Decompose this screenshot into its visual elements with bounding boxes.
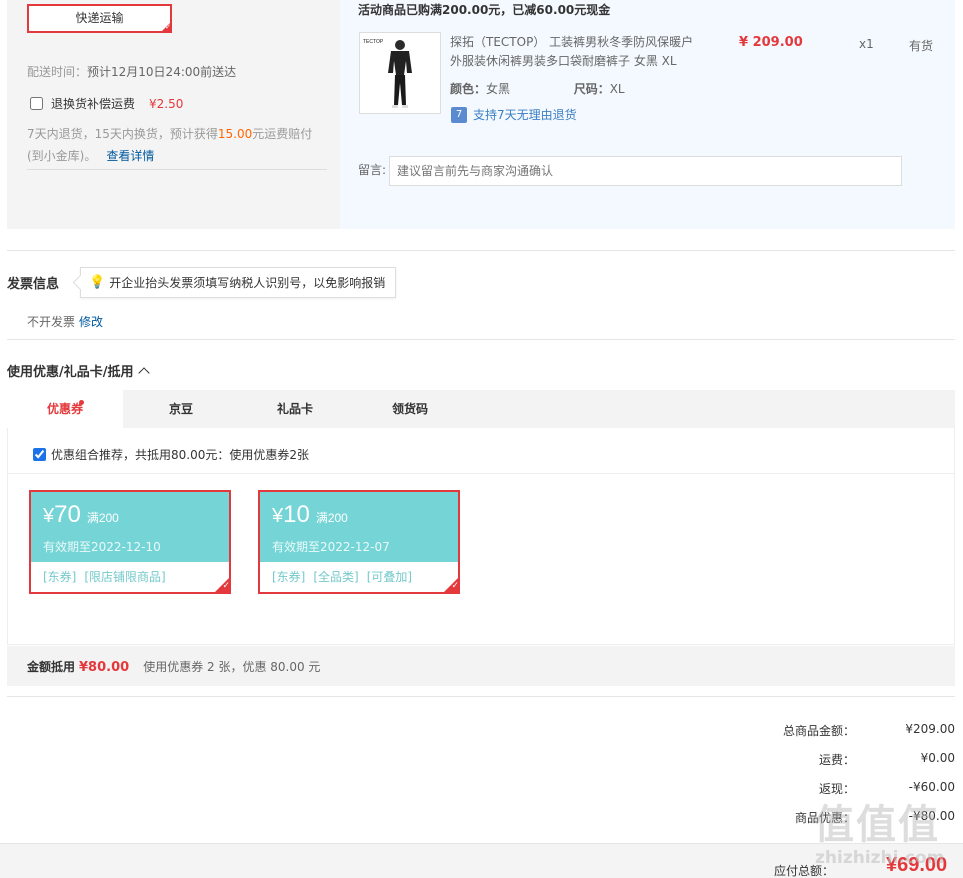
memo-input[interactable] [389, 156, 902, 186]
insurance-detail-link[interactable]: 查看详情 [106, 149, 154, 163]
coupon-validity: 有效期至2022-12-07 [272, 540, 390, 554]
invoice-value: 不开发票 修改 [27, 313, 103, 330]
recommend-combo-checkbox[interactable] [33, 448, 46, 461]
insurance-desc-amount: 15.00 [217, 127, 253, 141]
total-row: 运费： ¥0.00 [655, 751, 955, 768]
total-value: ¥0.00 [920, 751, 955, 765]
coupon-tags: [东券] [限店铺限商品] [31, 562, 229, 591]
coupon-amount: 10 [283, 501, 310, 528]
summary-desc: 使用优惠券 2 张，优惠 80.00 元 [143, 660, 321, 674]
total-label: 总商品金额： [782, 724, 855, 738]
coupon-face: ¥70 满200 有效期至2022-12-10 [31, 492, 229, 562]
recommend-combo-text: 优惠组合推荐，共抵用80.00元：使用优惠券2张 [51, 448, 309, 462]
tab-label: 京豆 [168, 402, 193, 416]
return-insurance-price: ¥2.50 [149, 96, 184, 111]
selected-check-icon: ✓ [160, 21, 172, 33]
product-price: ¥ 209.00 [739, 35, 803, 50]
chevron-up-icon [137, 367, 150, 379]
coupon-currency: ¥ [43, 505, 55, 527]
watermark-site: zhizhizhi.com [815, 848, 945, 868]
thumb-brand: TECTOP [363, 39, 384, 45]
product-attributes: 颜色：女黑 尺码：XL [450, 80, 625, 97]
invoice-type: 不开发票 [27, 315, 76, 329]
seven-day-return-badge[interactable]: 7 支持7天无理由退货 [451, 106, 577, 123]
total-row: 总商品金额： ¥209.00 [655, 722, 955, 739]
tab-label: 领货码 [391, 402, 428, 416]
discount-tabs: 优惠券 京豆 礼品卡 领货码 [7, 390, 955, 428]
new-dot-icon [79, 400, 84, 405]
divider [7, 250, 955, 251]
lightbulb-icon: 💡 [89, 275, 106, 290]
total-value: ¥209.00 [905, 722, 955, 736]
coupon-amount: 70 [54, 501, 81, 528]
delivery-time-label: 配送时间： [27, 65, 88, 79]
coupon-currency: ¥ [272, 505, 284, 527]
coupon-card[interactable]: ¥70 满200 有效期至2022-12-10 [东券] [限店铺限商品] ✓ [29, 490, 231, 594]
coupon-tag: [东券] [272, 570, 306, 584]
coupon-amount-line: ¥10 满200 [272, 501, 446, 532]
invoice-title: 发票信息 [7, 277, 60, 292]
size-key: 尺码： [573, 82, 610, 96]
product-image-icon: TECTOP [363, 39, 412, 108]
tab-label: 优惠券 [46, 402, 83, 416]
tab-coupons[interactable]: 优惠券 [7, 390, 123, 428]
summary-amount: ¥80.00 [79, 660, 130, 675]
tab-label: 礼品卡 [276, 402, 313, 416]
coupon-condition: 满200 [315, 511, 348, 525]
product-thumbnail[interactable]: TECTOP [359, 32, 441, 114]
selected-check-icon: ✓ [213, 576, 231, 594]
color-value: 女黑 [486, 82, 511, 96]
express-label: 快递运输 [75, 11, 124, 25]
invoice-tip-text: 开企业抬头发票须填写纳税人识别号，以免影响报销 [109, 276, 386, 290]
tab-gift-card[interactable]: 礼品卡 [239, 390, 351, 428]
summary-label: 金额抵用 [27, 660, 76, 674]
total-label: 运费： [818, 753, 855, 767]
return-insurance-checkbox[interactable] [30, 97, 43, 110]
color-key: 颜色： [450, 82, 487, 96]
memo-label: 留言: [358, 163, 387, 177]
coupon-tags: [东券] [全品类] [可叠加] [260, 562, 458, 591]
coupon-amount-line: ¥70 满200 [43, 501, 217, 532]
delivery-time: 配送时间：预计12月10日24:00前送达 [27, 63, 236, 80]
size-value: XL [609, 82, 625, 96]
coupon-tag: [全品类] [313, 570, 359, 584]
return-insurance-option[interactable]: 退换货补偿运费 ¥2.50 [30, 95, 183, 112]
invoice-tip: 💡 开企业抬头发票须填写纳税人识别号，以免影响报销 [80, 267, 397, 298]
return-policy-icon: 7 [451, 106, 467, 123]
coupon-tag: [可叠加] [366, 570, 413, 584]
product-name[interactable]: 探拓（TECTOP） 工装裤男秋冬季防风保暖户外服装休闲裤男装多口袋耐磨裤子 女… [450, 33, 700, 71]
shipping-panel [7, 0, 340, 229]
return-policy-text: 支持7天无理由退货 [473, 108, 577, 122]
invoice-edit-link[interactable]: 修改 [79, 315, 103, 329]
divider [7, 696, 955, 697]
return-insurance-desc: 7天内退货，15天内换货，预计获得15.00元运费赔付(到小金库)。 查看详情 [27, 123, 327, 167]
coupon-card[interactable]: ¥10 满200 有效期至2022-12-07 [东券] [全品类] [可叠加] ✓ [258, 490, 460, 594]
coupon-face: ¥10 满200 有效期至2022-12-07 [260, 492, 458, 562]
divider [8, 473, 954, 474]
product-quantity: x1 [859, 37, 874, 51]
coupon-tag: [东券] [43, 570, 77, 584]
coupon-tag: [限店铺限商品] [84, 570, 166, 584]
watermark-logo: 值值值 [814, 802, 940, 848]
coupon-condition: 满200 [86, 511, 119, 525]
discount-title: 使用优惠/礼品卡/抵用 [7, 365, 134, 380]
delivery-time-value: 预计12月10日24:00前送达 [87, 65, 237, 79]
coupon-validity: 有效期至2022-12-10 [43, 540, 161, 554]
recommend-combo-option[interactable]: 优惠组合推荐，共抵用80.00元：使用优惠券2张 [33, 446, 309, 463]
product-stock: 有货 [909, 39, 934, 53]
discount-section-toggle[interactable]: 使用优惠/礼品卡/抵用 [7, 361, 150, 380]
tab-jd-beans[interactable]: 京豆 [123, 390, 239, 428]
selected-check-icon: ✓ [442, 576, 460, 594]
divider [7, 339, 955, 340]
express-shipping-button[interactable]: 快递运输 ✓ [27, 4, 172, 33]
return-insurance-label: 退换货补偿运费 [51, 97, 136, 111]
discount-summary: 金额抵用 ¥80.00 使用优惠券 2 张，优惠 80.00 元 [27, 658, 320, 675]
divider [27, 169, 327, 170]
tab-redeem-code[interactable]: 领货码 [351, 390, 469, 428]
promo-text: 活动商品已购满200.00元，已减60.00元现金 [358, 3, 611, 17]
insurance-desc-pre: 7天内退货，15天内换货，预计获得 [27, 127, 218, 141]
